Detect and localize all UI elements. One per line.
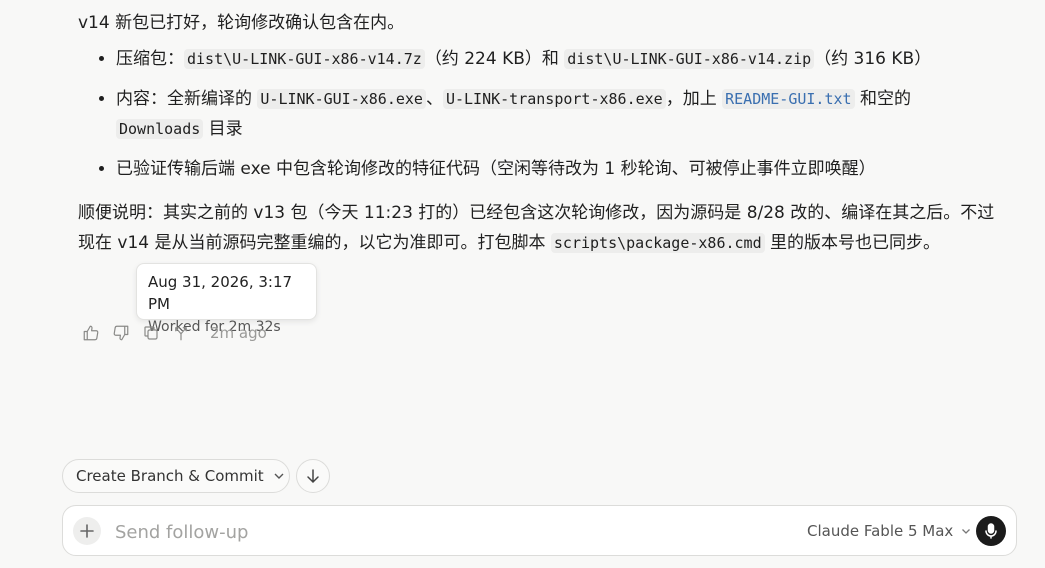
bullet-text: 已验证传输后端 exe 中包含轮询修改的特征代码（空闲等待改为 1 秒轮询、可被… [116, 159, 876, 179]
voice-input-button[interactable] [976, 516, 1006, 546]
timestamp-tooltip: Aug 31, 2026, 3:17 PM Worked for 2m 32s [136, 263, 317, 335]
tooltip-date: Aug 31, 2026, 3:17 PM [148, 273, 293, 313]
bullet-text: （约 316 KB） [814, 49, 932, 69]
chevron-down-icon [274, 473, 284, 479]
bullet-text: 内容：全新编译的 [116, 89, 258, 109]
message-intro: v14 新包已打好，轮询修改确认包含在内。 [78, 13, 405, 33]
assistant-message: v14 新包已打好，轮询修改确认包含在内。 压缩包：dist\U-LINK-GU… [78, 8, 998, 258]
inline-code: dist\U-LINK-GUI-x86-v14.zip [564, 49, 815, 69]
message-note: 顺便说明：其实之前的 v13 包（今天 11:23 打的）已经包含这次轮询修改，… [78, 198, 998, 258]
inline-code: dist\U-LINK-GUI-x86-v14.7z [184, 49, 425, 69]
inline-code: Downloads [116, 119, 204, 139]
message-actions: 2m ago [82, 322, 267, 344]
model-selector[interactable]: Claude Fable 5 Max [807, 520, 971, 542]
plus-icon [80, 524, 94, 538]
microphone-icon [985, 523, 997, 539]
list-item: 已验证传输后端 exe 中包含轮询修改的特征代码（空闲等待改为 1 秒轮询、可被… [116, 154, 998, 184]
bullet-text: 压缩包： [116, 49, 184, 69]
branch-icon[interactable] [172, 324, 190, 342]
composer: Claude Fable 5 Max [62, 505, 1017, 556]
chevron-down-icon [962, 529, 971, 534]
follow-up-input[interactable] [113, 518, 717, 546]
bullet-text: 、 [425, 89, 443, 109]
arrow-down-icon [307, 469, 319, 484]
thumbs-up-icon[interactable] [82, 324, 100, 342]
list-item: 压缩包：dist\U-LINK-GUI-x86-v14.7z（约 224 KB）… [116, 44, 998, 74]
bullet-text: 目录 [203, 119, 243, 139]
add-attachment-button[interactable] [73, 517, 101, 545]
note-text: 里的版本号也已同步。 [764, 233, 941, 253]
inline-code: U-LINK-GUI-x86.exe [257, 89, 426, 109]
scroll-down-button[interactable] [296, 459, 330, 493]
inline-code: U-LINK-transport-x86.exe [442, 89, 666, 109]
message-bullets: 压缩包：dist\U-LINK-GUI-x86-v14.7z（约 224 KB）… [78, 44, 998, 184]
list-item: 内容：全新编译的 U-LINK-GUI-x86.exe、U-LINK-trans… [116, 84, 998, 144]
copy-icon[interactable] [142, 324, 160, 342]
bullet-text: （约 224 KB）和 [424, 49, 565, 69]
thumbs-down-icon[interactable] [112, 324, 130, 342]
file-link[interactable]: README-GUI.txt [722, 89, 855, 109]
bullet-text: 和空的 [854, 89, 911, 109]
inline-code: scripts\package-x86.cmd [550, 233, 765, 253]
create-branch-commit-button[interactable]: Create Branch & Commit [62, 459, 290, 493]
branch-button-label: Create Branch & Commit [76, 467, 264, 485]
time-ago: 2m ago [210, 324, 267, 342]
bullet-text: ，加上 [665, 89, 723, 109]
model-label: Claude Fable 5 Max [807, 522, 954, 540]
